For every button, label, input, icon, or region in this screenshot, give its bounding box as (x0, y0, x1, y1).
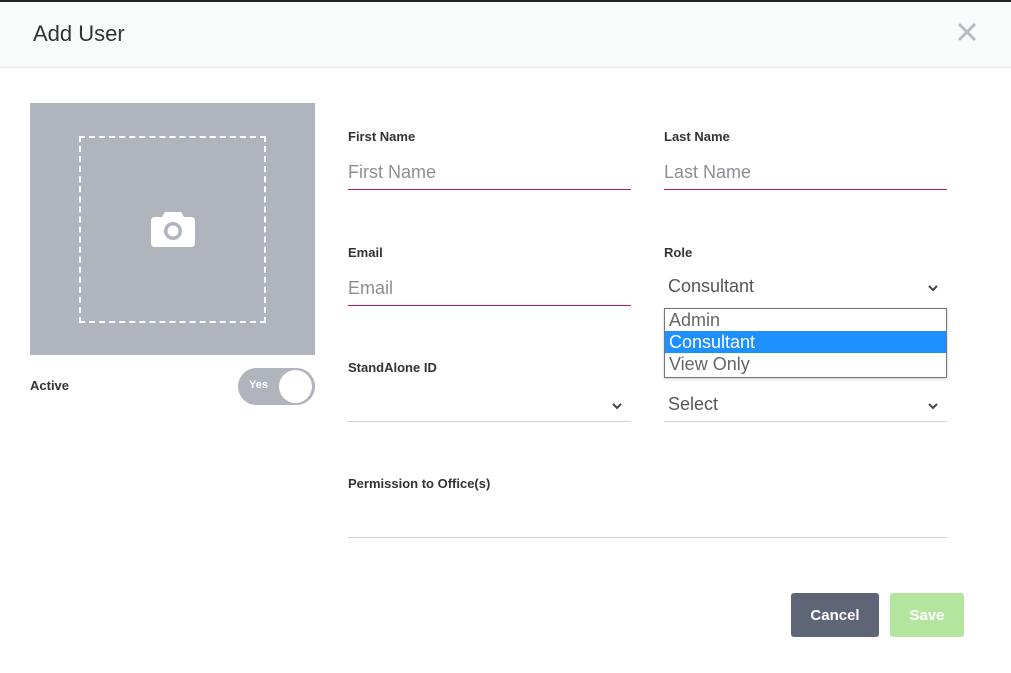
role-dropdown: Admin Consultant View Only (664, 308, 947, 378)
last-name-label: Last Name (664, 129, 730, 144)
last-name-input[interactable] (664, 156, 947, 190)
active-label: Active (30, 378, 70, 393)
chevron-down-icon (611, 398, 623, 410)
first-name-input[interactable] (348, 156, 631, 190)
first-name-label: First Name (348, 129, 416, 144)
save-button[interactable]: Save (890, 593, 964, 637)
modal-header: Add User (0, 2, 1011, 68)
email-label: Email (348, 245, 383, 260)
permission-input[interactable] (348, 537, 947, 538)
chevron-down-icon (927, 398, 939, 410)
photo-upload[interactable] (30, 103, 315, 355)
active-toggle[interactable]: Yes (238, 368, 315, 405)
role-select-value: Consultant (668, 276, 755, 296)
standalone-id-select[interactable] (348, 386, 631, 422)
role-label: Role (664, 245, 693, 260)
close-icon[interactable] (955, 20, 979, 44)
camera-icon (150, 208, 196, 248)
email-input[interactable] (348, 272, 631, 306)
chevron-down-icon (927, 280, 939, 292)
toggle-text: Yes (249, 379, 268, 391)
role-option-admin[interactable]: Admin (665, 309, 946, 331)
modal-title: Add User (33, 21, 125, 46)
permission-label: Permission to Office(s) (348, 476, 491, 491)
role-select[interactable]: Consultant (664, 268, 947, 304)
role-option-view-only[interactable]: View Only (665, 353, 946, 375)
cancel-button[interactable]: Cancel (791, 593, 879, 637)
secondary-select[interactable]: Select (664, 386, 947, 422)
role-option-consultant[interactable]: Consultant (665, 331, 946, 353)
add-user-modal: Add User Active Yes First Name Last Name… (0, 0, 1011, 673)
standalone-id-label: StandAlone ID (348, 360, 437, 375)
toggle-knob (279, 370, 312, 403)
secondary-select-value: Select (668, 394, 719, 414)
